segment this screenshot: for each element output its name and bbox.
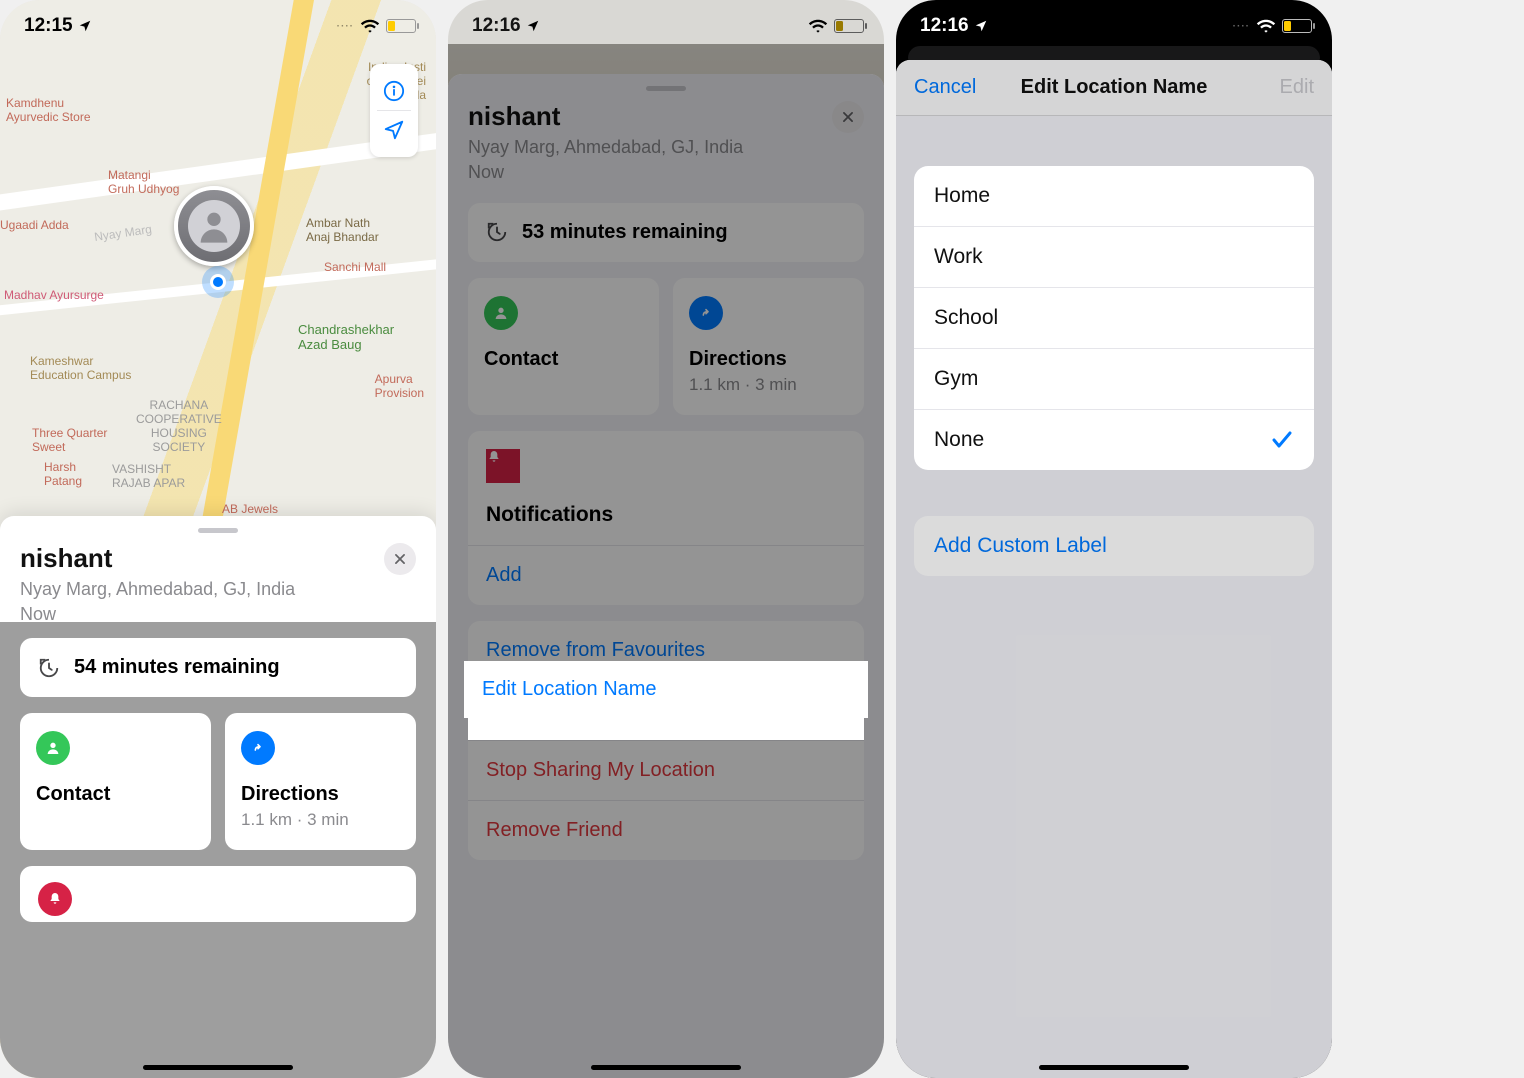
stop-sharing-row[interactable]: Stop Sharing My Location xyxy=(468,740,864,800)
person-timestamp: Now xyxy=(468,161,743,184)
directions-tile[interactable]: Directions 1.1 km · 3 min xyxy=(225,713,416,850)
person-address: Nyay Marg, Ahmedabad, GJ, India xyxy=(20,578,295,601)
full-sheet[interactable]: nishant Nyay Marg, Ahmedabad, GJ, India … xyxy=(448,74,884,1078)
poi-ab: AB Jewels xyxy=(222,502,278,516)
sheet-grabber[interactable] xyxy=(646,86,686,91)
poi-kamdhenu: Kamdhenu Ayurvedic Store xyxy=(6,96,91,124)
directions-sub: 1.1 km · 3 min xyxy=(241,810,400,830)
option-gym[interactable]: Gym xyxy=(914,348,1314,409)
poi-rachana: RACHANA COOPERATIVE HOUSING SOCIETY xyxy=(136,398,222,454)
contact-label: Contact xyxy=(484,348,643,371)
close-button[interactable] xyxy=(832,101,864,133)
option-home[interactable]: Home xyxy=(914,166,1314,226)
contact-tile[interactable]: Contact xyxy=(468,278,659,415)
location-services-icon xyxy=(78,19,92,33)
person-avatar-pin[interactable] xyxy=(174,186,254,266)
directions-sub: 1.1 km · 3 min xyxy=(689,375,848,395)
home-indicator[interactable] xyxy=(591,1065,741,1070)
wifi-icon xyxy=(1256,18,1276,34)
history-icon xyxy=(486,221,508,243)
edit-location-modal: Cancel Edit Location Name Edit Home Work… xyxy=(896,60,1332,1078)
status-time: 12:16 xyxy=(920,15,969,37)
screen-map-with-minisheet: Kamdhenu Ayurvedic Store Indian Insti of… xyxy=(0,0,436,1078)
poi-harsh: Harsh Patang xyxy=(44,460,82,488)
poi-apurva: Apurva Provision xyxy=(375,372,424,400)
status-bar: 12:15 ···· xyxy=(0,0,436,44)
person-address: Nyay Marg, Ahmedabad, GJ, India xyxy=(468,136,743,159)
battery-icon xyxy=(386,19,416,33)
directions-tile[interactable]: Directions 1.1 km · 3 min xyxy=(673,278,864,415)
map-controls xyxy=(370,64,418,157)
cell-signal-dots: ···· xyxy=(1233,21,1250,32)
cell-signal-dots: ···· xyxy=(337,21,354,32)
bell-icon xyxy=(38,882,72,916)
poi-madhav: Madhav Ayursurge xyxy=(4,288,104,302)
history-icon xyxy=(38,657,60,679)
edit-location-name-highlight[interactable]: Edit Location Name xyxy=(464,661,868,718)
home-indicator[interactable] xyxy=(143,1065,293,1070)
directions-icon xyxy=(689,296,723,330)
notifications-tile[interactable] xyxy=(20,866,416,922)
home-indicator[interactable] xyxy=(1039,1065,1189,1070)
poi-kameshwar: Kameshwar Education Campus xyxy=(30,354,131,382)
person-name: nishant xyxy=(468,101,743,132)
notifications-header: Notifications xyxy=(486,503,846,527)
poi-threeq: Three Quarter Sweet xyxy=(32,426,107,454)
info-button[interactable] xyxy=(383,72,405,110)
option-none[interactable]: None xyxy=(914,409,1314,470)
remove-friend-row[interactable]: Remove Friend xyxy=(468,800,864,860)
sheet-grabber[interactable] xyxy=(198,528,238,533)
modal-navbar: Cancel Edit Location Name Edit xyxy=(896,60,1332,116)
checkmark-icon xyxy=(1270,428,1294,452)
locate-me-button[interactable] xyxy=(383,111,405,149)
battery-icon xyxy=(1282,19,1312,33)
location-services-icon xyxy=(526,19,540,33)
poi-vashisht: VASHISHT RAJAB APAR xyxy=(112,462,185,490)
directions-label: Directions xyxy=(241,783,400,806)
contact-label: Contact xyxy=(36,783,195,806)
wifi-icon xyxy=(808,18,828,34)
screen-edit-location-name: 12:16 ···· Cancel Edit Location Name Edi… xyxy=(896,0,1332,1078)
poi-park: Chandrashekhar Azad Baug xyxy=(298,322,394,352)
edit-button[interactable]: Edit xyxy=(1280,76,1314,99)
actions-card: Remove from Favourites Edit Location Nam… xyxy=(468,621,864,860)
my-location-dot xyxy=(202,266,234,298)
contact-icon xyxy=(484,296,518,330)
poi-ugaadi: Ugaadi Adda xyxy=(0,218,69,232)
label-options-list: Home Work School Gym None xyxy=(914,166,1314,470)
sheet-lower-dimmed: 54 minutes remaining Contact Directions … xyxy=(0,622,436,1078)
contact-tile[interactable]: Contact xyxy=(20,713,211,850)
option-school[interactable]: School xyxy=(914,287,1314,348)
directions-icon xyxy=(241,731,275,765)
poi-road-nyay: Nyay Marg xyxy=(93,222,152,244)
time-remaining: 54 minutes remaining xyxy=(74,656,280,679)
location-services-icon xyxy=(974,19,988,33)
status-bar: 12:16 xyxy=(448,0,884,44)
person-name: nishant xyxy=(20,543,295,574)
poi-matangi: Matangi Gruh Udhyog xyxy=(108,168,179,196)
cancel-button[interactable]: Cancel xyxy=(914,76,976,99)
option-work[interactable]: Work xyxy=(914,226,1314,287)
screen-full-sheet-edit-highlight: 12:16 nishant Nyay Marg, Ahmedabad, GJ, … xyxy=(448,0,884,1078)
notifications-card: Notifications Add xyxy=(468,431,864,605)
custom-label-section: Add Custom Label xyxy=(914,516,1314,576)
status-time: 12:15 xyxy=(24,15,73,37)
battery-icon xyxy=(834,19,864,33)
bell-icon xyxy=(486,449,520,483)
time-remaining: 53 minutes remaining xyxy=(522,221,728,244)
poi-sanchi: Sanchi Mall xyxy=(324,260,386,274)
status-bar: 12:16 ···· xyxy=(896,0,1332,44)
close-button[interactable] xyxy=(384,543,416,575)
poi-ambar: Ambar Nath Anaj Bhandar xyxy=(306,216,379,244)
directions-label: Directions xyxy=(689,348,848,371)
add-custom-label-row[interactable]: Add Custom Label xyxy=(914,516,1314,576)
status-time: 12:16 xyxy=(472,15,521,37)
contact-icon xyxy=(36,731,70,765)
add-notification-button[interactable]: Add xyxy=(468,545,864,605)
wifi-icon xyxy=(360,18,380,34)
